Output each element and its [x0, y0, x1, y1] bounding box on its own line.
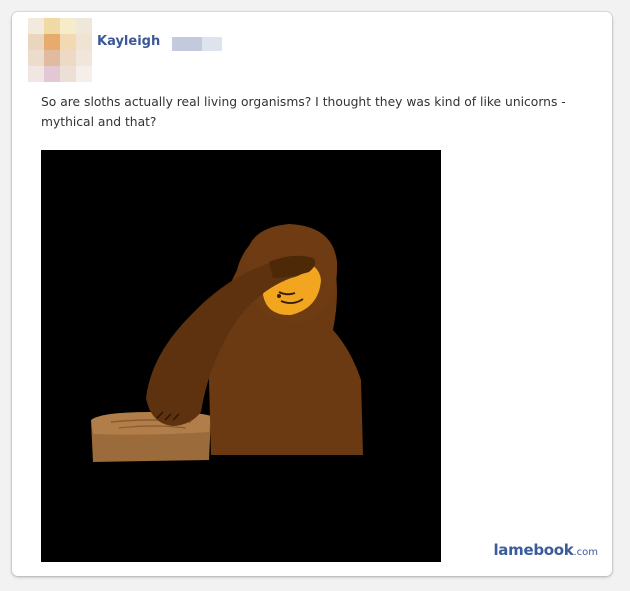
watermark-tld: .com [573, 547, 598, 558]
post-photo[interactable] [41, 150, 441, 562]
post-text: So are sloths actually real living organ… [41, 95, 566, 129]
sloth-facepalm-illustration [91, 224, 363, 462]
author-avatar[interactable] [28, 18, 92, 82]
lamebook-watermark: lamebook.com [493, 541, 598, 559]
redacted-surname [172, 37, 222, 51]
watermark-brand: lamebook [493, 541, 574, 559]
author-name-link[interactable]: Kayleigh [97, 34, 160, 49]
post-card: Kayleigh So are sloths actually real liv… [12, 12, 612, 576]
